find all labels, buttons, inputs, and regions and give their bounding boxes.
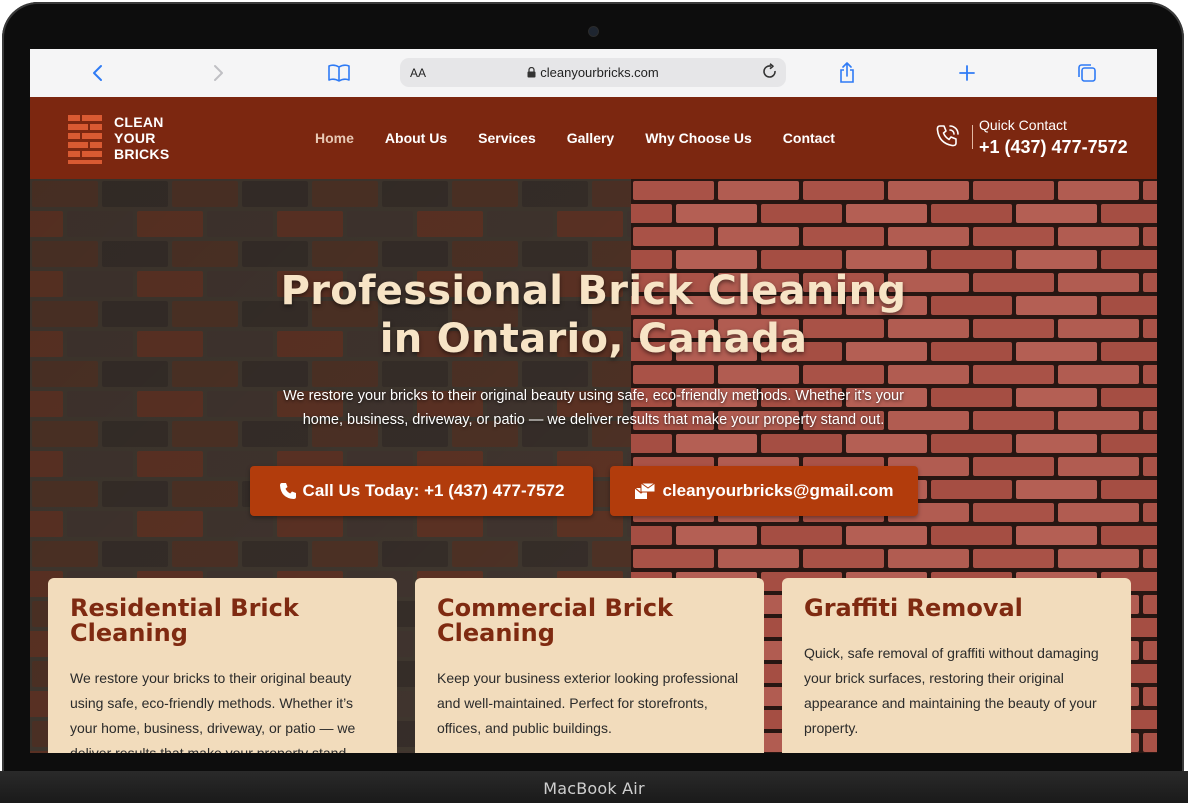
nav-contact[interactable]: Contact — [783, 130, 835, 146]
back-icon[interactable] — [86, 61, 110, 85]
hero-title: Professional Brick Cleaning in Ontario, … — [280, 268, 907, 362]
card-title: Residential Brick Cleaning — [70, 594, 299, 647]
quick-contact-label: Quick Contact — [979, 117, 1067, 133]
screen: AA cleanyourbricks.com CLEAN YOUR BRICKS… — [30, 49, 1157, 753]
card-text: Keep your business exterior looking prof… — [437, 670, 739, 736]
laptop-frame: AA cleanyourbricks.com CLEAN YOUR BRICKS… — [0, 0, 1188, 803]
nav-home[interactable]: Home — [315, 130, 354, 146]
service-card-residential[interactable]: Residential Brick Cleaning We restore yo… — [48, 578, 397, 753]
address-bar[interactable]: AA cleanyourbricks.com — [400, 58, 786, 87]
reload-icon[interactable] — [762, 63, 778, 81]
main-nav: Home About Us Services Gallery Why Choos… — [315, 130, 866, 146]
nav-about-us[interactable]: About Us — [385, 130, 447, 146]
tabs-overview-icon[interactable] — [1075, 61, 1099, 85]
card-title: Graffiti Removal — [804, 594, 1023, 622]
mail-bulk-icon — [635, 482, 656, 499]
phone-icon — [279, 483, 296, 499]
card-text: Quick, safe removal of graffiti without … — [804, 645, 1099, 736]
browser-toolbar: AA cleanyourbricks.com — [30, 49, 1157, 98]
quick-contact-phone[interactable]: +1 (437) 477-7572 — [979, 137, 1128, 158]
service-card-commercial[interactable]: Commercial Brick Cleaning Keep your busi… — [415, 578, 764, 753]
nav-services[interactable]: Services — [478, 130, 536, 146]
nav-why-choose-us[interactable]: Why Choose Us — [645, 130, 752, 146]
site-header: CLEAN YOUR BRICKS Home About Us Services… — [30, 97, 1157, 179]
logo-text[interactable]: CLEAN YOUR BRICKS — [114, 114, 169, 162]
card-title: Commercial Brick Cleaning — [437, 594, 674, 647]
card-text: We restore your bricks to their original… — [70, 670, 356, 753]
url-text: cleanyourbricks.com — [540, 65, 659, 80]
forward-icon[interactable] — [206, 61, 230, 85]
service-card-graffiti[interactable]: Graffiti Removal Quick, safe removal of … — [782, 578, 1131, 753]
phone-ringing-icon — [936, 125, 959, 147]
bookmarks-icon[interactable] — [327, 61, 351, 85]
webcam — [589, 27, 598, 36]
call-us-button[interactable]: Call Us Today: +1 (437) 477-7572 — [250, 466, 593, 516]
contact-divider — [972, 125, 973, 149]
nav-gallery[interactable]: Gallery — [567, 130, 614, 146]
device-label: MacBook Air — [543, 779, 645, 798]
new-tab-icon[interactable] — [955, 61, 979, 85]
lock-icon — [527, 66, 536, 78]
hero-section: Professional Brick Cleaning in Ontario, … — [30, 179, 1157, 753]
share-icon[interactable] — [835, 61, 859, 85]
email-button[interactable]: cleanyourbricks@gmail.com — [610, 466, 918, 516]
hero-subtitle: We restore your bricks to their original… — [283, 388, 904, 428]
